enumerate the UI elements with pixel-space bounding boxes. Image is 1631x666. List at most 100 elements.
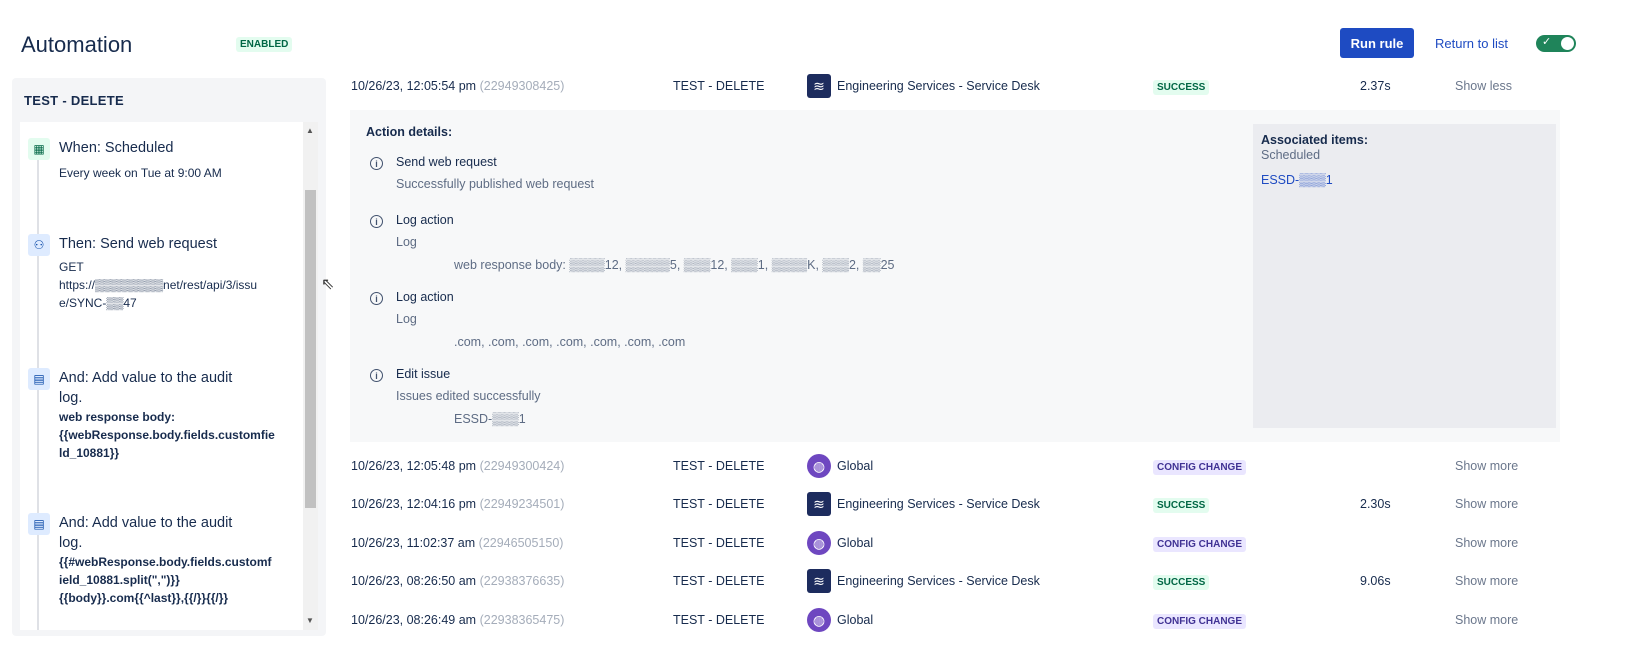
rule-step[interactable]: And: Add value to the audit log. {{#webRes… (59, 513, 299, 607)
mouse-cursor-icon: ⇖ (321, 276, 335, 293)
log-date: 10/26/23, 12:05:48 pm (22949300424) (351, 459, 564, 473)
log-project: Engineering Services - Service Desk (837, 79, 1040, 93)
status-badge: SUCCESS (1153, 80, 1210, 95)
log-date-text: 10/26/23, 08:26:50 am (351, 574, 477, 588)
toggle-knob (1561, 37, 1574, 50)
scrollbar-thumb[interactable] (305, 190, 316, 508)
step-detail: e/SYNC-▒▒47 (59, 296, 137, 310)
step-detail: GET (59, 260, 84, 274)
log-duration: 2.37s (1360, 79, 1391, 93)
status-badge: CONFIG CHANGE (1153, 460, 1246, 475)
status-badge: SUCCESS (1153, 575, 1210, 590)
service-desk-project-icon: ≋ (807, 492, 831, 516)
rule-step[interactable]: When: Scheduled Every week on Tue at 9:00… (59, 138, 299, 182)
action-result: Log (396, 235, 417, 249)
status-badge: SUCCESS (1153, 498, 1210, 513)
log-rule: TEST - DELETE (673, 536, 765, 550)
action-output: ESSD-▒▒▒1 (454, 412, 526, 426)
show-more-link[interactable]: Show more (1455, 536, 1518, 550)
page-title: Automation (21, 32, 133, 57)
status-badge: CONFIG CHANGE (1153, 537, 1246, 552)
step-heading: And: Add value to the audit (59, 515, 233, 531)
status-badge: CONFIG CHANGE (1153, 614, 1246, 629)
scroll-down-icon[interactable]: ▼ (306, 616, 314, 625)
info-icon: i (370, 157, 383, 170)
show-more-link[interactable]: Show more (1455, 574, 1518, 588)
log-project: Engineering Services - Service Desk (837, 497, 1040, 511)
log-date: 10/26/23, 12:05:54 pm (22949308425) (351, 79, 564, 93)
log-id: (22938376635) (479, 574, 565, 588)
scroll-up-icon[interactable]: ▲ (306, 126, 314, 135)
return-to-list-link[interactable]: Return to list (1435, 36, 1508, 51)
action-output: .com, .com, .com, .com, .com, .com, .com (454, 335, 686, 349)
globe-icon: ◍ (807, 608, 831, 632)
action-result: Issues edited successfully (396, 389, 541, 403)
step-heading: Then: Send web request (59, 236, 217, 252)
show-more-link[interactable]: Show more (1455, 459, 1518, 473)
step-heading-cont: log. (59, 390, 83, 406)
associated-items-title: Associated items: (1261, 133, 1368, 147)
globe-icon: ◍ (807, 454, 831, 478)
log-date-text: 10/26/23, 12:05:48 pm (351, 459, 477, 473)
log-rule: TEST - DELETE (673, 574, 765, 588)
step-value: {{webResponse.body.fields.customfie (59, 428, 275, 442)
log-date: 10/26/23, 08:26:50 am (22938376635) (351, 574, 564, 588)
log-date-text: 10/26/23, 11:02:37 am (351, 536, 476, 550)
rule-name: TEST - DELETE (24, 93, 124, 108)
service-desk-project-icon: ≋ (807, 569, 831, 593)
step-heading-cont: log. (59, 535, 83, 551)
log-duration: 9.06s (1360, 574, 1391, 588)
step-heading: When: Scheduled (59, 140, 174, 156)
log-duration: 2.30s (1360, 497, 1391, 511)
show-more-link[interactable]: Show more (1455, 613, 1518, 627)
log-rule: TEST - DELETE (673, 497, 765, 511)
log-date: 10/26/23, 08:26:49 am (22938365475) (351, 613, 564, 627)
run-rule-button[interactable]: Run rule (1340, 28, 1414, 58)
enabled-badge: ENABLED (236, 37, 293, 52)
log-icon: ▤ (28, 513, 50, 535)
step-heading: And: Add value to the audit (59, 370, 233, 386)
log-project: Global (837, 459, 874, 473)
log-id: (22946505150) (478, 536, 564, 550)
show-more-link[interactable]: Show more (1455, 497, 1518, 511)
calendar-icon: ▦ (28, 138, 50, 160)
rule-step[interactable]: And: Add value to the audit log. web respo… (59, 368, 299, 462)
step-value: {{body}}.com{{^last}},{{/}}{{/}} (59, 591, 229, 605)
log-date: 10/26/23, 12:04:16 pm (22949234501) (351, 497, 564, 511)
log-rule: TEST - DELETE (673, 613, 765, 627)
globe-icon: ◍ (807, 531, 831, 555)
check-icon: ✓ (1542, 36, 1552, 48)
log-icon: ▤ (28, 368, 50, 390)
step-detail: https://▒▒▒▒▒▒▒▒net/rest/api/3/issu (59, 278, 258, 292)
action-details-title: Action details: (366, 125, 453, 139)
associated-issue-link[interactable]: ESSD-▒▒▒1 (1261, 173, 1333, 187)
associated-items-panel (1253, 124, 1556, 428)
rule-enabled-toggle[interactable]: ✓ (1536, 35, 1576, 52)
action-output: web response body: ▒▒▒▒12, ▒▒▒▒▒5, ▒▒▒12… (454, 258, 895, 272)
log-project: Engineering Services - Service Desk (837, 574, 1040, 588)
log-project: Global (837, 613, 874, 627)
log-date-text: 10/26/23, 12:05:54 pm (351, 79, 477, 93)
rule-step[interactable]: Then: Send web request GET https://▒▒▒▒▒▒▒… (59, 234, 299, 312)
log-id: (22938365475) (479, 613, 565, 627)
action-name: Log action (396, 213, 454, 227)
service-desk-project-icon: ≋ (807, 74, 831, 98)
log-id: (22949234501) (479, 497, 565, 511)
log-id: (22949300424) (479, 459, 565, 473)
step-detail: Every week on Tue at 9:00 AM (59, 166, 222, 180)
step-value: web response body: (59, 410, 176, 424)
step-value: {{#webResponse.body.fields.customf (59, 555, 272, 569)
action-result: Successfully published web request (396, 177, 595, 191)
log-date: 10/26/23, 11:02:37 am (22946505150) (351, 536, 563, 550)
action-name: Edit issue (396, 367, 451, 381)
associated-trigger: Scheduled (1261, 148, 1321, 162)
webhook-icon: ⚇ (28, 234, 50, 256)
steps-connector (37, 160, 39, 630)
log-rule: TEST - DELETE (673, 459, 765, 473)
step-value: ld_10881}} (59, 446, 120, 460)
log-date-text: 10/26/23, 12:04:16 pm (351, 497, 477, 511)
step-value: ield_10881.split(",")}} (59, 573, 180, 587)
show-less-link[interactable]: Show less (1455, 79, 1512, 93)
log-project: Global (837, 536, 874, 550)
info-icon: i (370, 292, 383, 305)
